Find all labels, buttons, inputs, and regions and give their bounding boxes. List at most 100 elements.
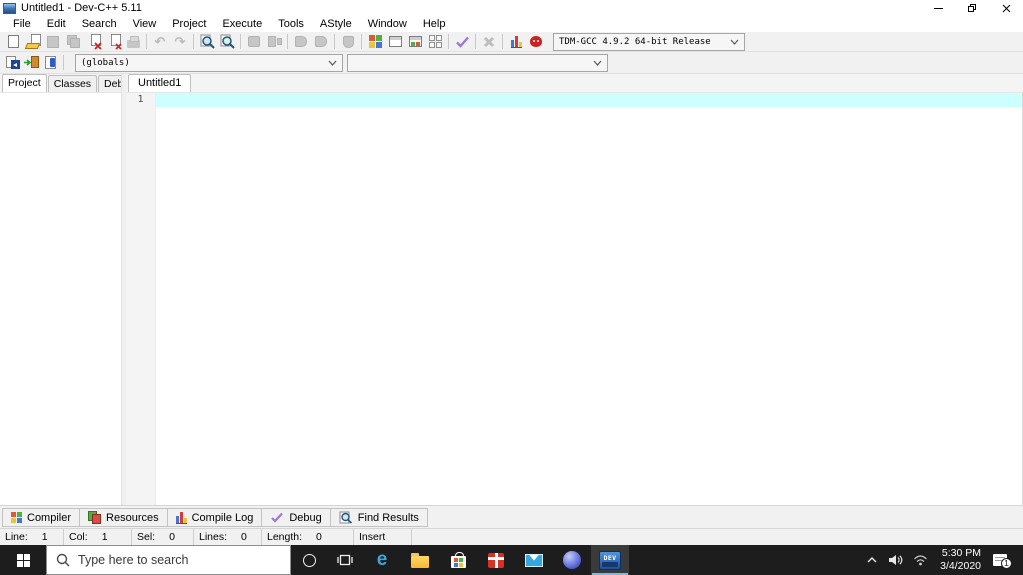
- taskbar-file-explorer[interactable]: [401, 545, 439, 575]
- search-input[interactable]: [78, 553, 268, 567]
- menu-search[interactable]: Search: [74, 16, 125, 32]
- tab-compiler-label: Compiler: [27, 511, 72, 524]
- print-button[interactable]: [123, 33, 143, 51]
- tray-volume-button[interactable]: [883, 554, 908, 566]
- code-text-area[interactable]: [156, 93, 1022, 505]
- action-center-button[interactable]: 1: [988, 554, 1018, 569]
- task-view-button[interactable]: [327, 545, 363, 575]
- task-view-icon: [337, 554, 353, 566]
- replace-button[interactable]: [217, 33, 237, 51]
- new-file-button[interactable]: [3, 33, 23, 51]
- compile-button[interactable]: [244, 33, 264, 51]
- add-to-project-icon: [408, 36, 422, 47]
- tab-resources[interactable]: Resources: [79, 508, 168, 527]
- tab-project[interactable]: Project: [2, 74, 47, 92]
- syntax-check-button[interactable]: [452, 33, 472, 51]
- separator: [146, 34, 147, 49]
- tab-classes[interactable]: Classes: [47, 75, 98, 92]
- mail-icon: [525, 553, 543, 567]
- file-explorer-icon: [411, 552, 429, 568]
- taskbar-gift-app[interactable]: [477, 545, 515, 575]
- save-button[interactable]: [43, 33, 63, 51]
- close-all-button[interactable]: [103, 33, 123, 51]
- menu-window[interactable]: Window: [360, 16, 415, 32]
- status-length-label: Length:: [267, 531, 303, 543]
- taskbar-store[interactable]: [439, 545, 477, 575]
- compile-run-button[interactable]: [291, 33, 311, 51]
- minimize-button[interactable]: [921, 0, 955, 16]
- status-length: Length: 0: [262, 529, 354, 545]
- undo-button[interactable]: ↶: [150, 33, 170, 51]
- status-sel-label: Sel:: [137, 531, 156, 543]
- compiler-profile-select[interactable]: TDM-GCC 4.9.2 64-bit Release: [553, 32, 745, 51]
- menu-edit[interactable]: Edit: [39, 16, 74, 32]
- separator: [361, 34, 362, 49]
- print-icon: [126, 35, 140, 48]
- taskbar-browser-app[interactable]: [553, 545, 591, 575]
- browser-circle-icon: [563, 551, 581, 569]
- abort-compilation-button[interactable]: [479, 33, 499, 51]
- tab-compiler[interactable]: Compiler: [2, 508, 81, 527]
- resources-icon: [88, 511, 102, 524]
- project-properties-icon: [428, 35, 442, 48]
- find-button[interactable]: [197, 33, 217, 51]
- tab-debug-bottom[interactable]: Debug: [261, 508, 331, 527]
- sidebar-tabs: Project Classes Debug: [0, 74, 141, 93]
- taskbar-search[interactable]: [46, 545, 291, 575]
- close-file-button[interactable]: [83, 33, 103, 51]
- menu-help[interactable]: Help: [415, 16, 454, 32]
- speaker-icon: [889, 555, 903, 565]
- start-button[interactable]: [0, 545, 46, 575]
- profile-analysis-button[interactable]: [506, 33, 526, 51]
- menu-execute[interactable]: Execute: [214, 16, 270, 32]
- remove-from-project-button[interactable]: [385, 33, 405, 51]
- debug-button[interactable]: [338, 33, 358, 51]
- run-button[interactable]: [264, 33, 284, 51]
- compiler-grid-icon: [11, 512, 22, 523]
- menu-tools[interactable]: Tools: [270, 16, 312, 32]
- taskbar-devcpp[interactable]: DEV: [591, 545, 629, 575]
- restore-button[interactable]: [955, 0, 989, 16]
- taskbar-mail[interactable]: [515, 545, 553, 575]
- open-button[interactable]: [23, 33, 43, 51]
- add-to-project-button[interactable]: [405, 33, 425, 51]
- menu-astyle[interactable]: AStyle: [312, 16, 360, 32]
- close-file-icon: [86, 34, 102, 50]
- redo-button[interactable]: ↷: [170, 33, 190, 51]
- new-project-button[interactable]: [365, 33, 385, 51]
- main-area: Project Classes Debug Untitled1 1: [0, 74, 1023, 505]
- notification-icon: 1: [993, 554, 1012, 569]
- menu-file[interactable]: File: [5, 16, 39, 32]
- menu-project[interactable]: Project: [164, 16, 214, 32]
- editor-tab-untitled1[interactable]: Untitled1: [128, 74, 192, 92]
- save-icon: [47, 35, 59, 48]
- class-browser-select[interactable]: (globals): [75, 53, 343, 72]
- tab-find-results[interactable]: Find Results: [329, 508, 428, 527]
- tray-show-hidden-button[interactable]: [861, 556, 883, 564]
- project-tree-panel[interactable]: [0, 93, 121, 505]
- goto-bookmarks-button[interactable]: [41, 53, 60, 72]
- insert-button[interactable]: [3, 53, 22, 72]
- toggle-bookmarks-button[interactable]: [22, 53, 41, 72]
- main-toolbar: ↶ ↷ TDM-GCC 4.9.2 64-bit Release: [0, 32, 1023, 52]
- project-properties-button[interactable]: [425, 33, 445, 51]
- titlebar: Untitled1 - Dev-C++ 5.11: [0, 0, 1023, 16]
- tab-compile-log[interactable]: Compile Log: [166, 508, 263, 527]
- status-line-label: Line:: [5, 531, 28, 543]
- code-editor[interactable]: 1: [126, 93, 1023, 505]
- taskbar-edge[interactable]: e: [363, 545, 401, 575]
- status-sel-value: 0: [169, 531, 175, 543]
- abort-icon: [483, 36, 495, 47]
- save-all-button[interactable]: [63, 33, 83, 51]
- tray-clock[interactable]: 5:30 PM 3/4/2020: [940, 547, 981, 572]
- menu-view[interactable]: View: [125, 16, 165, 32]
- delete-profiling-button[interactable]: [526, 33, 546, 51]
- tray-network-button[interactable]: [908, 554, 933, 566]
- cortana-button[interactable]: [291, 545, 327, 575]
- rebuild-button[interactable]: [311, 33, 331, 51]
- separator: [63, 55, 64, 70]
- member-select[interactable]: [347, 53, 608, 72]
- close-button[interactable]: [989, 0, 1023, 16]
- windows-taskbar: e DEV 5:30 PM 3/4/2020: [0, 545, 1023, 575]
- close-icon: [1002, 4, 1010, 12]
